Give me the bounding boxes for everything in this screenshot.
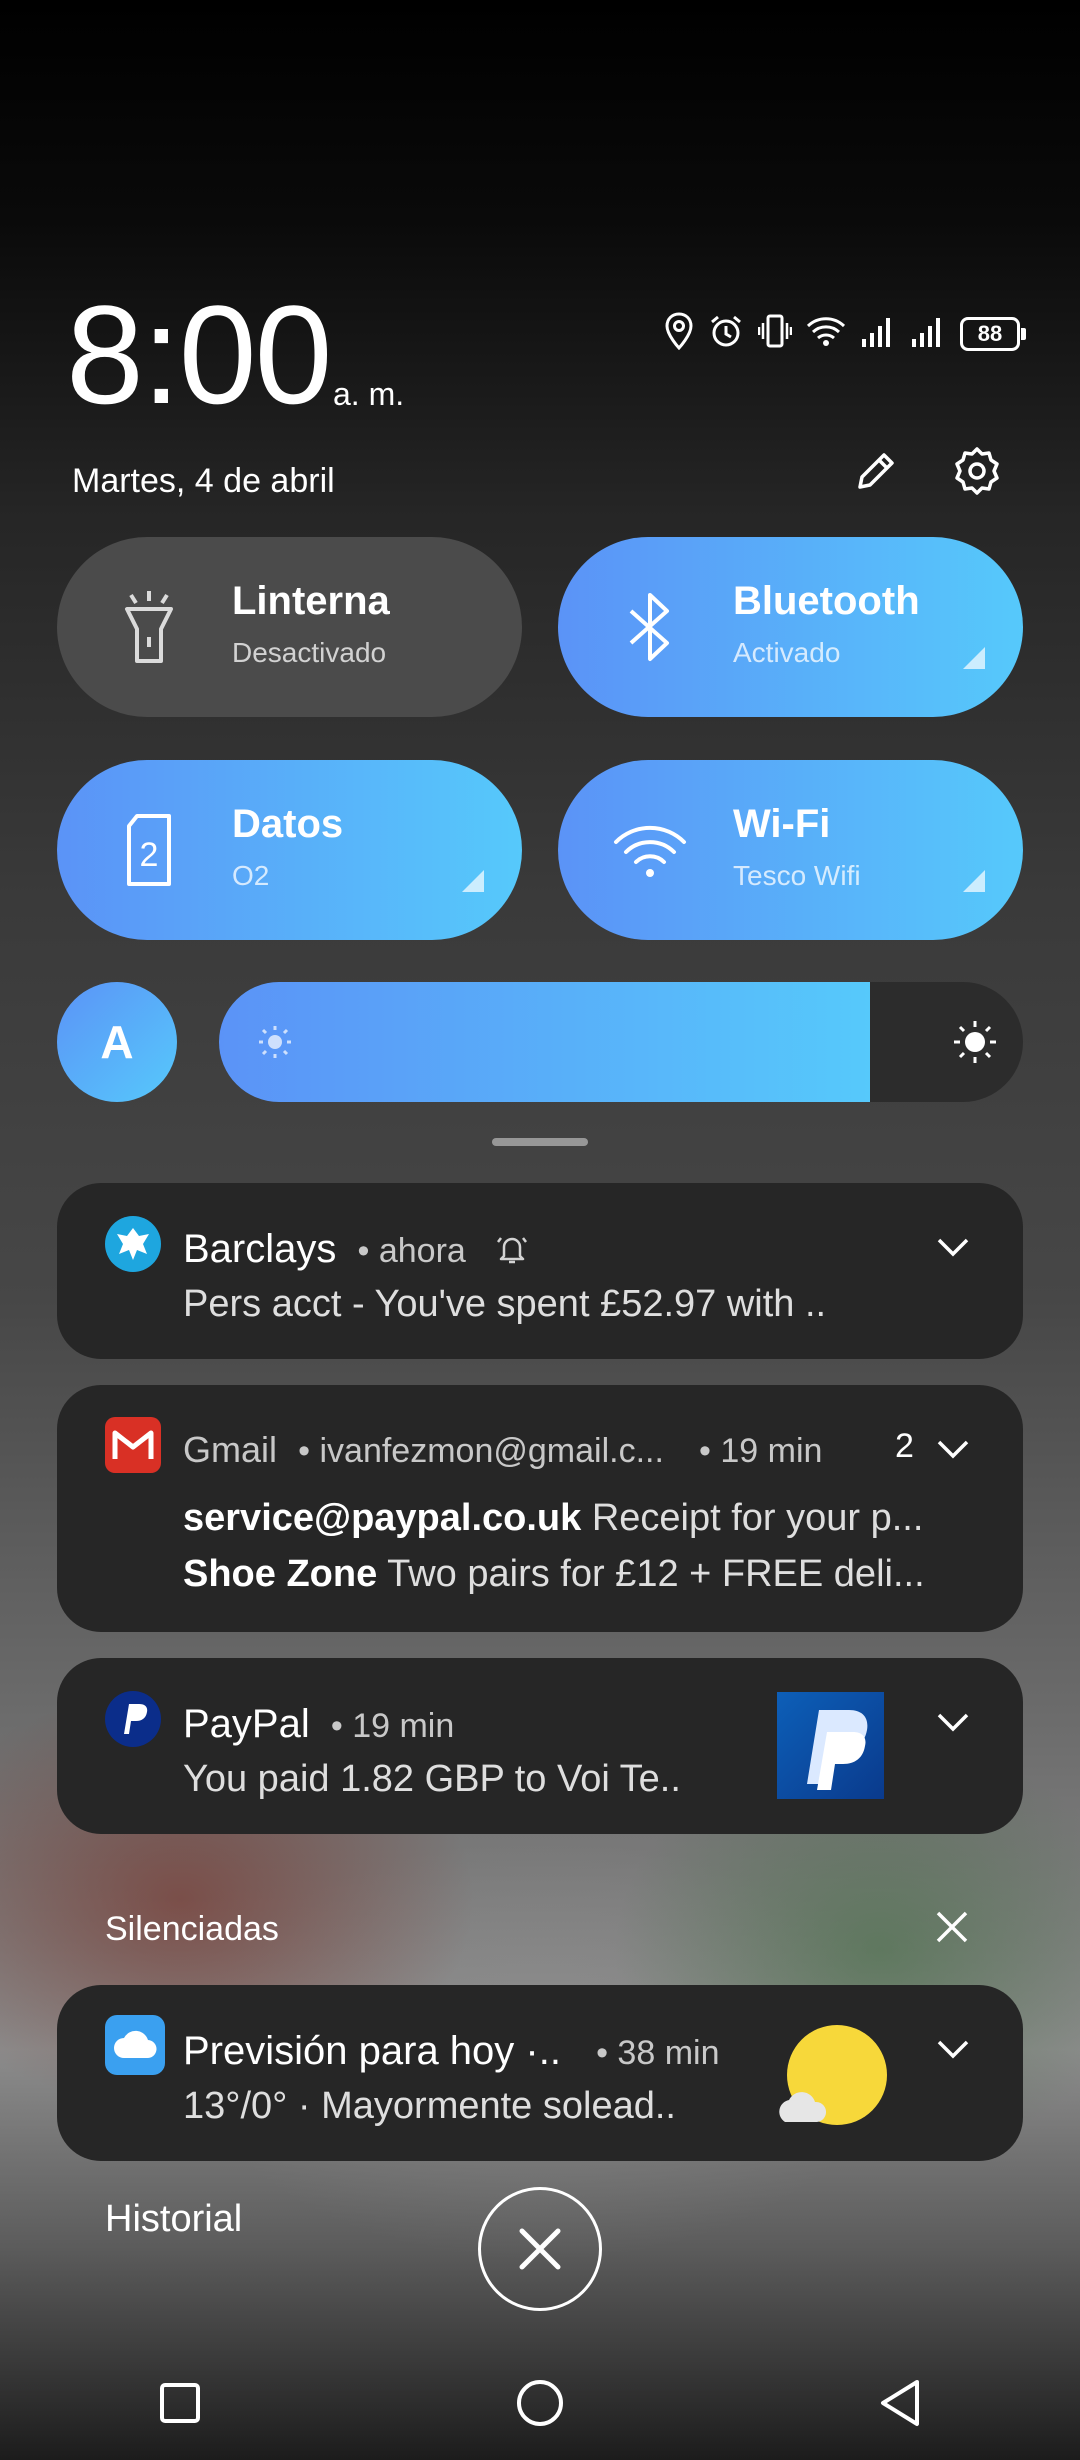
gmail-icon <box>105 1417 161 1473</box>
date-label: Martes, 4 de abril <box>72 462 335 500</box>
tile-mobile-data[interactable]: 2 Datos O2 <box>57 760 522 940</box>
app-name: Barclays <box>183 1227 337 1271</box>
corner-indicator-icon <box>963 870 985 892</box>
history-link[interactable]: Historial <box>105 2198 242 2241</box>
email-line: Shoe Zone Two pairs for £12 + FREE deli.… <box>183 1553 978 1596</box>
bluetooth-icon <box>610 587 690 667</box>
tile-bluetooth[interactable]: Bluetooth Activado <box>558 537 1023 717</box>
brightness-fill <box>219 982 871 1102</box>
wifi-status-icon <box>806 315 846 352</box>
expand-chevron-icon[interactable] <box>933 1702 973 1742</box>
email-subject: Two pairs for £12 + FREE deli... <box>387 1553 925 1595</box>
close-icon <box>519 2228 561 2270</box>
sun-cloud-icon <box>777 2020 887 2130</box>
settings-button[interactable] <box>944 438 1010 504</box>
notification-weather[interactable]: Previsión para hoy ·.. • 38 min 13°/0° ·… <box>57 1985 1023 2161</box>
svg-text:2: 2 <box>140 836 159 874</box>
brightness-high-icon <box>954 1021 996 1063</box>
app-name: Previsión para hoy ·.. <box>183 2029 561 2073</box>
notification-gmail[interactable]: Gmail • ivanfezmon@gmail.c... • 19 min 2… <box>57 1385 1023 1632</box>
flashlight-icon <box>109 587 189 667</box>
account: • ivanfezmon@gmail.c... <box>298 1432 664 1470</box>
auto-brightness-button[interactable]: A <box>57 982 177 1102</box>
tile-subtitle: Tesco Wifi <box>733 860 861 891</box>
email-line: service@paypal.co.uk Receipt for your p.… <box>183 1497 978 1540</box>
email-subject: Receipt for your p... <box>591 1497 924 1539</box>
notification-text: Pers acct - You've spent £52.97 with .. <box>183 1283 827 1325</box>
paypal-icon <box>105 1691 161 1747</box>
drag-handle[interactable] <box>492 1138 588 1146</box>
close-icon <box>936 1911 968 1943</box>
paypal-logo-thumbnail <box>777 1692 884 1799</box>
vibrate-icon <box>757 313 793 354</box>
circle-icon <box>517 2379 563 2426</box>
email-sender: Shoe Zone <box>183 1553 378 1595</box>
gear-icon <box>955 447 999 495</box>
dismiss-silenced-button[interactable] <box>930 1905 974 1949</box>
corner-indicator-icon <box>963 647 985 669</box>
message-count: 2 <box>895 1427 914 1465</box>
expand-chevron-icon[interactable] <box>933 1429 973 1469</box>
timestamp: • ahora <box>357 1232 466 1270</box>
tile-title: Wi-Fi <box>733 802 831 846</box>
sim-card-icon: 2 <box>109 810 189 890</box>
signal-1-icon <box>860 315 896 352</box>
battery-level: 88 <box>977 320 1003 346</box>
wifi-icon <box>610 810 690 890</box>
notification-text: 13°/0° · Mayormente solead.. <box>183 2085 676 2127</box>
navigation-bar <box>0 2345 1080 2460</box>
notification-header: Gmail • ivanfezmon@gmail.c... • 19 min <box>183 1427 822 1472</box>
clock-ampm: a. m. <box>333 376 405 412</box>
tile-flashlight[interactable]: Linterna Desactivado <box>57 537 522 717</box>
timestamp: • 38 min <box>596 2034 720 2072</box>
tile-title: Linterna <box>232 579 390 623</box>
square-icon <box>160 2382 200 2423</box>
signal-2-icon <box>910 315 946 352</box>
clear-all-button[interactable] <box>478 2187 602 2311</box>
notification-header: Previsión para hoy ·.. • 38 min <box>183 2029 719 2074</box>
email-sender: service@paypal.co.uk <box>183 1497 582 1539</box>
back-button[interactable] <box>860 2363 940 2443</box>
corner-indicator-icon <box>462 870 484 892</box>
triangle-back-icon <box>881 2379 919 2426</box>
brightness-low-icon <box>259 1026 291 1058</box>
silenced-section-label: Silenciadas <box>105 1910 279 1948</box>
expand-chevron-icon[interactable] <box>933 2029 973 2069</box>
recents-button[interactable] <box>140 2363 220 2443</box>
bell-alert-icon <box>496 1237 527 1264</box>
brightness-slider[interactable] <box>219 982 1023 1102</box>
location-icon <box>664 312 694 355</box>
notification-text: You paid 1.82 GBP to Voi Te.. <box>183 1758 681 1800</box>
home-button[interactable] <box>500 2363 580 2443</box>
status-bar-icons: 88 <box>664 312 1026 355</box>
alarm-icon <box>708 313 744 354</box>
notification-paypal[interactable]: PayPal • 19 min You paid 1.82 GBP to Voi… <box>57 1658 1023 1834</box>
notification-header: Barclays • ahora <box>183 1227 529 1272</box>
tile-title: Datos <box>232 802 344 846</box>
battery-icon: 88 <box>960 316 1026 351</box>
tile-title: Bluetooth <box>733 579 920 623</box>
barclays-eagle-icon <box>105 1216 161 1272</box>
expand-chevron-icon[interactable] <box>933 1227 973 1267</box>
weather-app-icon <box>105 2015 165 2075</box>
tile-wifi[interactable]: Wi-Fi Tesco Wifi <box>558 760 1023 940</box>
notification-barclays[interactable]: Barclays • ahora Pers acct - You've spen… <box>57 1183 1023 1359</box>
notification-header: PayPal • 19 min <box>183 1702 454 1747</box>
tile-subtitle: Desactivado <box>232 637 387 668</box>
clock-time: 8:00 <box>66 276 332 433</box>
timestamp: • 19 min <box>330 1707 455 1745</box>
app-name: Gmail <box>183 1429 278 1470</box>
pencil-icon <box>858 453 894 489</box>
tile-subtitle: O2 <box>232 860 270 891</box>
tile-subtitle: Activado <box>733 637 841 668</box>
app-name: PayPal <box>183 1702 310 1746</box>
timestamp: • 19 min <box>699 1432 823 1470</box>
edit-button[interactable] <box>843 438 909 504</box>
